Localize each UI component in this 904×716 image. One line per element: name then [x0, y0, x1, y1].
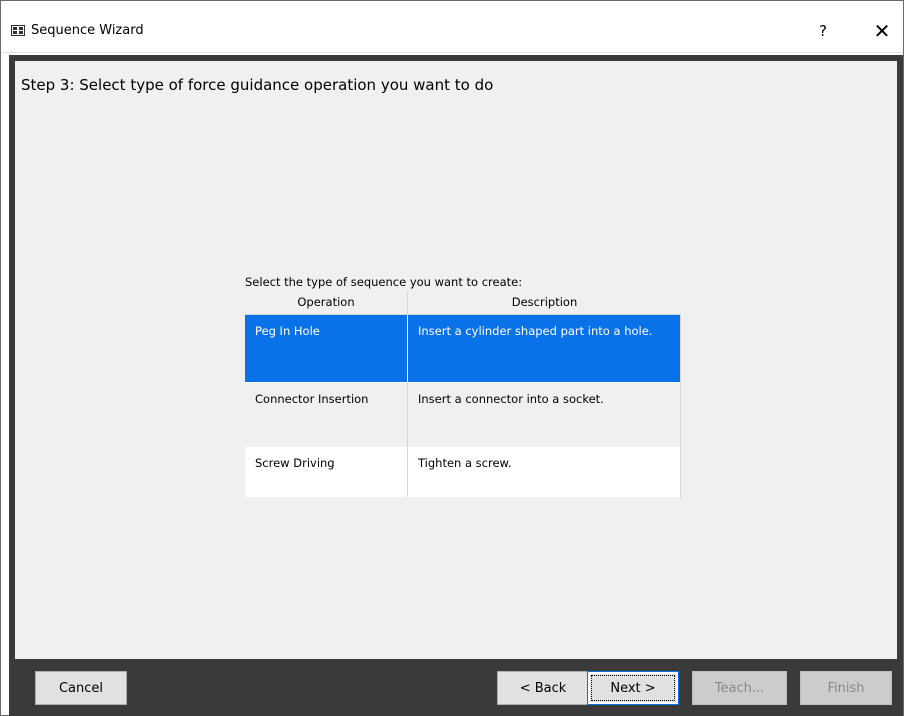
column-header-description[interactable]: Description — [408, 291, 681, 315]
table-row-connector-insertion[interactable]: Connector Insertion Insert a connector i… — [245, 382, 681, 447]
teach-button[interactable]: Teach... — [692, 671, 787, 705]
sequence-type-grid: Operation Description Peg In Hole Insert… — [245, 291, 681, 498]
finish-button[interactable]: Finish — [800, 671, 892, 705]
sequence-wizard-icon — [11, 25, 25, 36]
grid-header: Operation Description — [245, 291, 681, 315]
back-button[interactable]: < Back — [497, 671, 589, 705]
wizard-footer: Cancel < Back Next > Teach... Finish — [15, 659, 897, 716]
grid-caption: Select the type of sequence you want to … — [245, 275, 523, 289]
operation-cell: Screw Driving — [245, 447, 408, 497]
next-button[interactable]: Next > — [587, 671, 679, 705]
operation-cell: Peg In Hole — [245, 315, 408, 382]
title-bar: Sequence Wizard ? ✕ — [1, 1, 903, 53]
wizard-page: Step 3: Select type of force guidance op… — [15, 61, 897, 659]
grid-border — [680, 315, 681, 498]
description-cell: Insert a connector into a socket. — [418, 392, 604, 406]
next-button-label: Next > — [610, 681, 656, 696]
help-icon[interactable]: ? — [811, 18, 835, 44]
step-title: Step 3: Select type of force guidance op… — [21, 76, 494, 94]
sequence-wizard-window: Sequence Wizard ? ✕ Step 3: Select type … — [0, 0, 904, 716]
description-cell: Insert a cylinder shaped part into a hol… — [418, 324, 653, 338]
close-icon[interactable]: ✕ — [867, 17, 897, 45]
description-cell: Tighten a screw. — [418, 456, 512, 470]
operation-cell: Connector Insertion — [245, 383, 408, 447]
window-title: Sequence Wizard — [31, 23, 144, 38]
column-header-operation[interactable]: Operation — [245, 291, 408, 315]
table-row-screw-driving[interactable]: Screw Driving Tighten a screw. — [245, 447, 681, 497]
cancel-button[interactable]: Cancel — [35, 671, 127, 705]
table-row-peg-in-hole[interactable]: Peg In Hole Insert a cylinder shaped par… — [245, 315, 681, 382]
